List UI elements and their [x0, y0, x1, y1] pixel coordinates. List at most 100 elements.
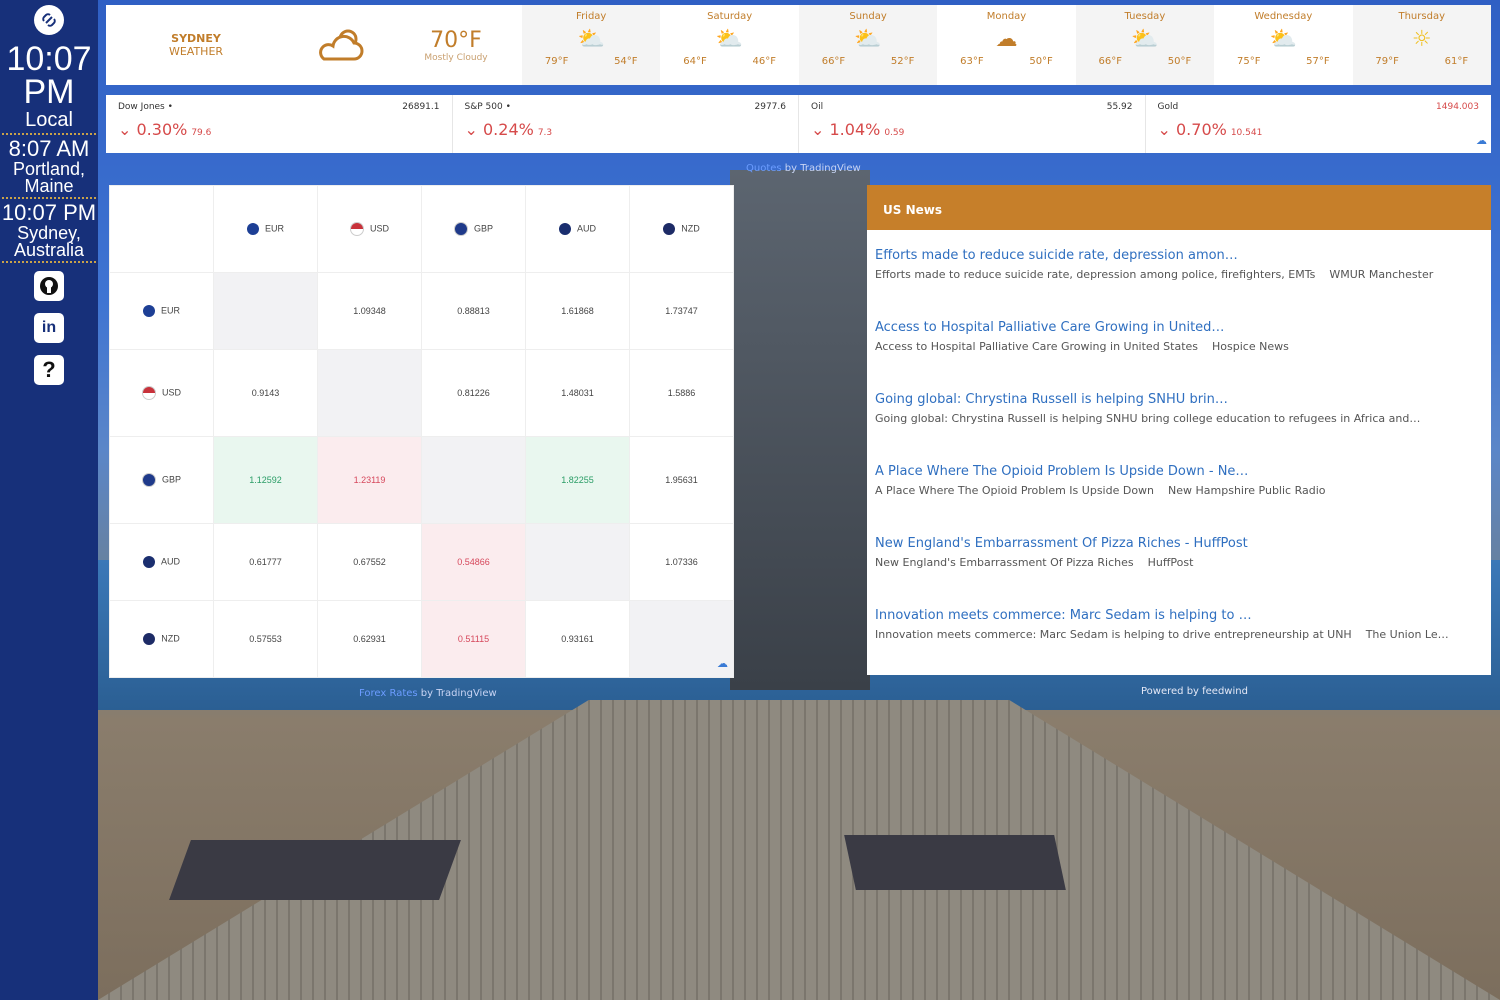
sydney-country: Australia [13, 240, 85, 260]
feedwind-credit[interactable]: Powered by feedwind [1141, 686, 1248, 697]
partly-sunny-icon: ⛅ [1131, 26, 1159, 52]
rate-cell[interactable]: 1.5886 [629, 348, 734, 438]
low-temp: 57°F [1306, 56, 1330, 67]
chevron-down-icon: ⌄ [811, 120, 825, 139]
us-flag-icon [141, 386, 156, 401]
rate-cell[interactable]: 0.54866 [421, 523, 526, 602]
tradingview-logo-icon[interactable]: ☁ [1476, 134, 1487, 147]
rate-cell[interactable]: 1.12592 [213, 436, 318, 525]
day-name: Sunday [849, 11, 887, 22]
row-header: AUD [109, 523, 214, 602]
rate-cell[interactable]: 0.62931 [317, 600, 422, 678]
tradingview-logo-icon[interactable]: ☁ [717, 657, 728, 670]
news-title[interactable]: Innovation meets commerce: Marc Sedam is… [875, 608, 1483, 623]
rate-cell[interactable]: 0.81226 [421, 348, 526, 438]
news-title[interactable]: New England's Embarrassment Of Pizza Ric… [875, 536, 1483, 551]
news-item[interactable]: Efforts made to reduce suicide rate, dep… [867, 248, 1491, 302]
divider [2, 197, 96, 199]
column-header: NZD [629, 184, 734, 274]
help-icon[interactable]: ? [34, 355, 64, 385]
rate-cell[interactable]: 0.57553 [213, 600, 318, 678]
ticker-name: Dow Jones [118, 102, 165, 112]
news-title[interactable]: Efforts made to reduce suicide rate, dep… [875, 248, 1483, 263]
ticker-pct: 0.70% [1176, 120, 1227, 139]
rate-cell[interactable]: 1.61868 [525, 272, 630, 350]
rate-cell[interactable]: 0.61777 [213, 523, 318, 602]
github-icon[interactable] [34, 271, 64, 301]
rate-cell [421, 436, 526, 525]
forecast-day: Thursday ☼ 79°F 61°F [1352, 5, 1491, 85]
ticker-name: S&P 500 [464, 102, 503, 112]
forecast-day: Saturday ⛅ 64°F 46°F [660, 5, 798, 85]
weather-city: SYDNEY [171, 32, 221, 45]
ticker-price: 26891.1 [402, 102, 440, 112]
news-title[interactable]: Access to Hospital Palliative Care Growi… [875, 320, 1483, 335]
news-source: The Union Le… [1365, 628, 1449, 641]
ticker-delta: 0.59 [884, 128, 905, 138]
partly-sunny-icon: ⛅ [577, 26, 605, 52]
high-temp: 64°F [683, 56, 707, 67]
low-temp: 50°F [1029, 56, 1053, 67]
news-source: WMUR Manchester [1329, 268, 1434, 281]
ticker-oil[interactable]: Oil 55.92 ⌄ 1.04% 0.59 [799, 95, 1146, 153]
rate-cell[interactable]: 1.73747 [629, 272, 734, 350]
weather-widget[interactable]: SYDNEY WEATHER 70°F Mostly Cloudy Friday… [106, 5, 1491, 85]
background-hatch [844, 835, 1066, 890]
day-name: Thursday [1398, 11, 1445, 22]
rate-cell[interactable]: 1.95631 [629, 436, 734, 525]
rate-cell[interactable]: 0.51115 [421, 600, 526, 678]
day-name: Tuesday [1124, 11, 1166, 22]
table-row: USD 0.9143 0.81226 1.48031 1.5886 [109, 348, 734, 438]
rate-cell[interactable]: 0.93161 [525, 600, 630, 678]
rate-cell[interactable]: 1.09348 [317, 272, 422, 350]
rate-cell[interactable]: 0.67552 [317, 523, 422, 602]
news-desc: A Place Where The Opioid Problem Is Upsi… [875, 484, 1155, 497]
uk-flag-icon [453, 222, 468, 237]
column-header: AUD [525, 184, 630, 274]
forecast-day: Sunday ⛅ 66°F 52°F [798, 5, 938, 85]
ticker-dow-jones[interactable]: Dow Jones • 26891.1 ⌄ 0.30% 79.6 [106, 95, 453, 153]
rate-cell[interactable]: 0.9143 [213, 348, 318, 438]
news-title[interactable]: Going global: Chrystina Russell is helpi… [875, 392, 1483, 407]
ticker-pct: 1.04% [829, 120, 881, 139]
row-header: NZD [109, 600, 214, 678]
high-temp: 79°F [1375, 56, 1399, 67]
quotes-link[interactable]: Quotes [746, 163, 782, 174]
news-item[interactable]: New England's Embarrassment Of Pizza Ric… [867, 536, 1491, 590]
ticker-dot: • [505, 102, 511, 112]
ticker-sp500[interactable]: S&P 500 • 2977.6 ⌄ 0.24% 7.3 [453, 95, 799, 153]
day-name: Monday [986, 11, 1027, 22]
temp-unit: °F [458, 27, 482, 53]
news-title[interactable]: A Place Where The Opioid Problem Is Upsi… [875, 464, 1483, 479]
ticker-price: 55.92 [1106, 102, 1133, 112]
news-item[interactable]: Going global: Chrystina Russell is helpi… [867, 392, 1491, 446]
news-heading: US News [867, 185, 1491, 230]
rate-cell[interactable]: 1.48031 [525, 348, 630, 438]
news-item[interactable]: Innovation meets commerce: Marc Sedam is… [867, 608, 1491, 662]
ticker-credit: Quotes by TradingView [746, 163, 861, 174]
uk-flag-icon [141, 473, 156, 488]
chevron-down-icon: ⌄ [118, 120, 132, 139]
ticker-price: 1494.003 [1436, 102, 1479, 112]
ticker-gold[interactable]: Gold 1494.003 ⌄ 0.70% 10.541 ☁ [1146, 95, 1492, 153]
news-item[interactable]: A Place Where The Opioid Problem Is Upsi… [867, 464, 1491, 518]
news-item[interactable]: Access to Hospital Palliative Care Growi… [867, 320, 1491, 374]
rate-cell[interactable]: 0.88813 [421, 272, 526, 350]
forecast-day: Friday ⛅ 79°F 54°F [522, 5, 661, 85]
partly-sunny-icon: ⛅ [715, 26, 744, 52]
forex-rates-link[interactable]: Forex Rates [359, 688, 418, 699]
row-header: EUR [109, 272, 214, 350]
news-source: New Hampshire Public Radio [1168, 484, 1326, 497]
rate-cell[interactable]: 1.07336 [629, 523, 734, 602]
rate-cell[interactable]: 1.23119 [317, 436, 422, 525]
linkedin-icon[interactable]: in [34, 313, 64, 343]
rate-cell[interactable]: 1.82255 [525, 436, 630, 525]
portland-state: Maine [24, 176, 74, 196]
row-header: USD [109, 348, 214, 438]
ticker-name: Gold [1157, 102, 1179, 112]
sun-icon: ☼ [1411, 26, 1432, 52]
forecast-day: Monday ☁ 63°F 50°F [937, 5, 1075, 85]
credit-text: by TradingView [417, 688, 497, 699]
link-icon[interactable] [34, 5, 64, 35]
news-desc: Going global: Chrystina Russell is helpi… [875, 412, 1421, 425]
